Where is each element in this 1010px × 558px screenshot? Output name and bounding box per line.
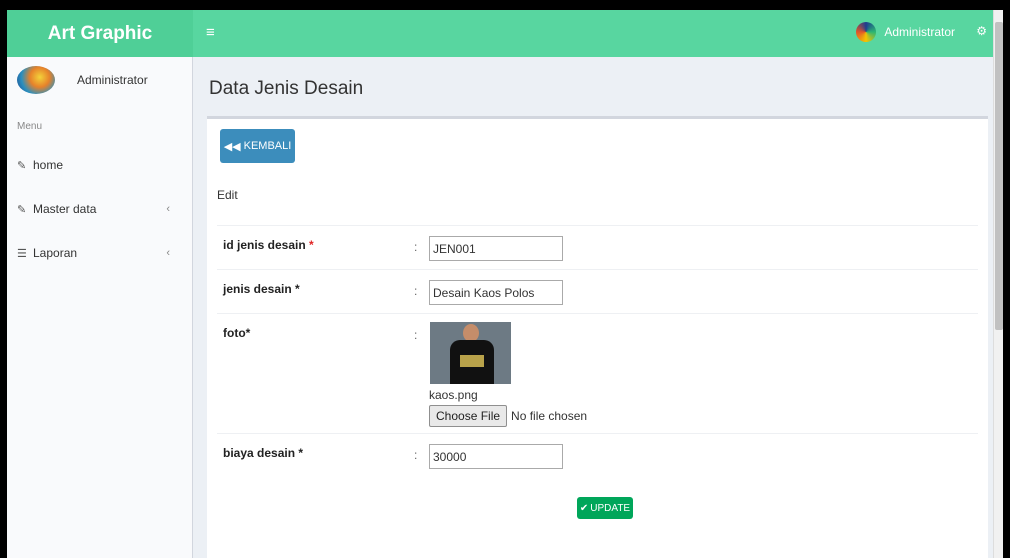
form-row-biaya: biaya desain * : 30000 — [217, 433, 978, 481]
sidebar-item-label: Master data — [33, 202, 97, 216]
chevron-left-icon: ‹ — [166, 247, 170, 259]
back-button-label: KEMBALI — [243, 140, 292, 152]
choose-file-button[interactable]: Choose File — [429, 405, 508, 427]
update-button[interactable]: ✔ UPDATE — [577, 497, 633, 519]
check-icon: ✔ — [579, 502, 589, 514]
user-menu[interactable]: Administrator — [856, 22, 955, 42]
double-left-icon: ◀◀ — [223, 140, 241, 153]
back-button[interactable]: ◀◀ KEMBALI — [220, 129, 295, 163]
jenis-desain-input[interactable]: Desain Kaos Polos — [429, 280, 563, 305]
required-mark: * — [245, 326, 251, 340]
foto-filename: kaos.png — [429, 388, 478, 402]
field-label-text: foto — [223, 326, 246, 340]
foto-preview-image — [430, 322, 511, 384]
brand-logo[interactable]: Art Graphic — [7, 10, 193, 57]
scrollbar[interactable] — [993, 10, 1003, 558]
sidebar-item-home[interactable]: ✎ home — [7, 143, 192, 187]
sitemap-icon: ☰ — [17, 247, 27, 260]
file-input: Choose File No file chosen — [429, 405, 587, 427]
colon: : — [414, 284, 418, 298]
avatar — [856, 22, 877, 42]
edit-icon: ✎ — [17, 203, 27, 216]
required-mark: * — [309, 238, 314, 252]
colon: : — [414, 328, 418, 342]
required-mark: * — [298, 446, 304, 460]
form-row-id: id jenis desain * : JEN001 — [217, 225, 978, 269]
field-label: foto* — [223, 326, 250, 340]
user-panel: Administrator — [7, 57, 192, 103]
colon: : — [414, 240, 418, 254]
sidebar-item-laporan[interactable]: ☰ Laporan ‹ — [7, 231, 192, 275]
avatar — [17, 66, 55, 94]
biaya-desain-input[interactable]: 30000 — [429, 444, 563, 469]
field-label-text: id jenis desain — [223, 238, 306, 252]
update-button-label: UPDATE — [590, 502, 631, 514]
colon: : — [414, 448, 418, 462]
chevron-left-icon: ‹ — [166, 203, 170, 215]
hamburger-icon[interactable]: ≡ — [206, 24, 215, 41]
user-name: Administrator — [884, 25, 955, 39]
top-header: Art Graphic ≡ Administrator ⚙ — [7, 10, 1003, 57]
field-label: jenis desain * — [223, 282, 300, 296]
id-jenis-desain-input[interactable]: JEN001 — [429, 236, 563, 261]
required-mark: * — [295, 282, 300, 296]
field-label: id jenis desain * — [223, 238, 314, 252]
field-label: biaya desain * — [223, 446, 303, 460]
sidebar-item-label: Laporan — [33, 246, 78, 260]
app-window: Art Graphic ≡ Administrator ⚙ Administra… — [7, 10, 1003, 558]
edit-icon: ✎ — [17, 159, 27, 172]
sidebar-item-label: home — [33, 158, 64, 172]
field-label-text: biaya desain — [223, 446, 296, 460]
sidebar-item-master-data[interactable]: ✎ Master data ‹ — [7, 187, 192, 231]
field-label-text: jenis desain — [223, 282, 292, 296]
file-status: No file chosen — [511, 409, 588, 423]
menu-header: Menu — [17, 121, 43, 132]
sidebar: Administrator Menu ✎ home ✎ Master data … — [7, 57, 193, 558]
gears-icon[interactable]: ⚙ — [976, 24, 987, 38]
page-title: Data Jenis Desain — [209, 78, 364, 99]
scrollbar-thumb[interactable] — [995, 22, 1003, 330]
sidebar-user-name: Administrator — [77, 73, 148, 87]
form-row-foto: foto* : kaos.png Choose File No file cho… — [217, 313, 978, 433]
box-title: Edit — [217, 188, 238, 202]
form-row-jenis: jenis desain * : Desain Kaos Polos — [217, 269, 978, 313]
form-box: ◀◀ KEMBALI Edit id jenis desain * : JEN0… — [207, 116, 988, 558]
